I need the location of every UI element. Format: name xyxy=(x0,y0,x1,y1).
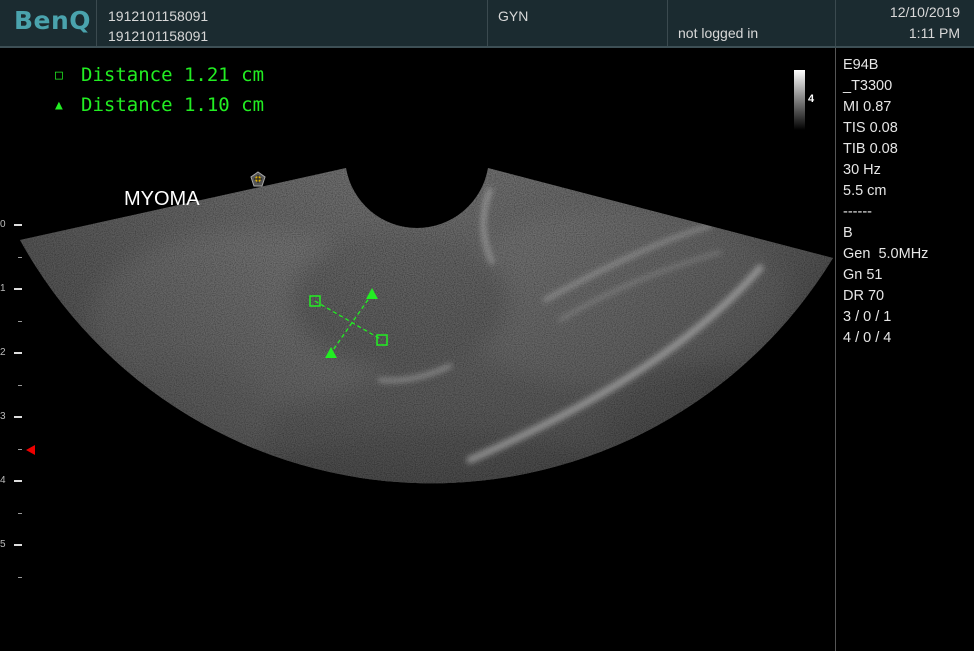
depth-tick xyxy=(18,577,22,578)
brand-logo: BenQ xyxy=(14,6,92,35)
panel-divider xyxy=(835,48,836,651)
exam-preset[interactable]: GYN xyxy=(498,8,528,24)
orientation-marker-icon xyxy=(250,171,266,187)
depth-label: 1 xyxy=(0,283,6,294)
tib-value: TIB 0.08 xyxy=(843,141,898,157)
depth-tick xyxy=(18,385,22,386)
gain: Gn 51 xyxy=(843,267,883,283)
tis-value: TIS 0.08 xyxy=(843,120,898,136)
patient-name[interactable]: 1912101158091 xyxy=(108,28,208,44)
depth-label: 2 xyxy=(0,347,6,358)
frame-rate: 30 Hz xyxy=(843,162,881,178)
depth-label: 3 xyxy=(0,411,6,422)
frequency: Gen 5.0MHz xyxy=(843,246,929,262)
depth-tick xyxy=(18,257,22,258)
header-divider xyxy=(487,0,488,46)
depth-tick xyxy=(14,480,22,482)
depth-tick xyxy=(14,544,22,546)
header-bar: BenQ 1912101158091 1912101158091 GYN not… xyxy=(0,0,974,48)
dynamic-range: DR 70 xyxy=(843,288,885,304)
imaging-mode: B xyxy=(843,225,853,241)
depth-label: 5 xyxy=(0,539,6,550)
depth-value: 5.5 cm xyxy=(843,183,887,199)
header-divider xyxy=(96,0,97,46)
depth-tick xyxy=(14,352,22,354)
annotation-label[interactable]: MYOMA xyxy=(124,188,200,211)
time-display: 1:11 PM xyxy=(908,25,960,41)
depth-tick xyxy=(18,321,22,322)
ultrasound-image[interactable] xyxy=(0,48,835,651)
measurement-distance-2: ▲ Distance 1.10 cm xyxy=(55,94,265,116)
gray-map-bar xyxy=(794,70,805,130)
separator: ------ xyxy=(843,204,872,220)
probe-model: E94B xyxy=(843,57,879,73)
mechanical-index: MI 0.87 xyxy=(843,99,892,115)
depth-tick xyxy=(14,224,22,226)
square-caliper-icon: □ xyxy=(55,68,63,83)
date-display: 12/10/2019 xyxy=(889,4,960,20)
imaging-parameters-panel: E94B _T3300 MI 0.87 TIS 0.08 TIB 0.08 30… xyxy=(843,55,971,349)
measurement-distance-1: □ Distance 1.21 cm xyxy=(55,64,265,86)
depth-tick xyxy=(18,449,22,450)
triangle-caliper-icon: ▲ xyxy=(55,98,63,113)
gray-map-label: 4 xyxy=(808,93,815,105)
depth-tick xyxy=(14,416,22,418)
depth-tick xyxy=(18,513,22,514)
depth-tick xyxy=(14,288,22,290)
probe-preset: _T3300 xyxy=(843,78,893,94)
focus-position-marker-icon[interactable] xyxy=(26,445,35,455)
depth-label: 4 xyxy=(0,475,6,486)
depth-label: 0 xyxy=(0,219,6,230)
patient-id[interactable]: 1912101158091 xyxy=(108,8,208,24)
header-divider xyxy=(667,0,668,46)
login-status[interactable]: not logged in xyxy=(678,25,758,41)
header-divider xyxy=(835,0,836,46)
processing-setting-2: 4 / 0 / 4 xyxy=(843,330,892,346)
processing-setting-1: 3 / 0 / 1 xyxy=(843,309,892,325)
